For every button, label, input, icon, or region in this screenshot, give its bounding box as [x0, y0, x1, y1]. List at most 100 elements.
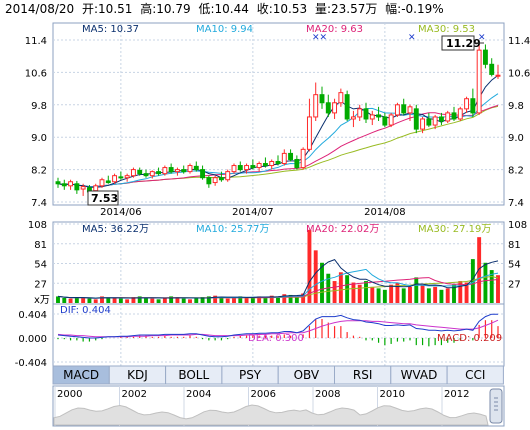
macd-value-label: MACD: 0.209 [437, 333, 502, 344]
volume-bar [382, 289, 387, 303]
tab-label: BOLL [178, 368, 209, 382]
candle-body [338, 92, 344, 104]
volume-unit-label: x万 [34, 295, 50, 306]
candle-body [244, 165, 250, 171]
header-low: 10.44 [215, 2, 249, 16]
candle-body [319, 94, 325, 104]
candle-body [212, 177, 218, 184]
overview-handle-right[interactable] [489, 388, 503, 424]
tab-boll[interactable]: BOLL [165, 365, 223, 385]
candle-body [294, 158, 300, 169]
candle-body [313, 94, 319, 118]
volume-bar [250, 297, 255, 303]
header-date: 2014/08/20 [5, 2, 74, 16]
candle-body [306, 116, 312, 150]
candle-body [363, 108, 369, 120]
candle-body [174, 169, 180, 173]
volume-bar [364, 281, 368, 303]
zoom-marker-right-icon: ✕ [408, 33, 416, 43]
candle-body [181, 169, 187, 173]
overview-year-label: 2002 [122, 389, 147, 400]
candle-body [256, 163, 262, 169]
candle-body [143, 173, 149, 177]
candle-body [80, 186, 86, 190]
tab-obv[interactable]: OBV [277, 365, 336, 385]
volume-bar [81, 297, 86, 303]
candle-body [300, 148, 306, 169]
volume-y-tick-right: 108 [508, 220, 527, 231]
candle-body [156, 171, 162, 175]
candle-body [231, 165, 237, 173]
candle-body [394, 104, 400, 116]
volume-bar [332, 281, 337, 303]
volume-ma5-label: MA5: 36.22万 [82, 224, 149, 235]
tab-label: OBV [294, 368, 320, 382]
tab-kdj[interactable]: KDJ [108, 365, 167, 385]
tab-label: MACD [63, 368, 99, 382]
volume-bar [219, 297, 224, 303]
header-low-label: 低: [198, 2, 214, 16]
volume-bar [426, 288, 431, 303]
volume-ma30-label: MA30: 27.19万 [418, 224, 491, 235]
tab-label: WVAD [401, 368, 438, 382]
macd-y-tick: 0.000 [18, 334, 47, 345]
candle-body [61, 183, 67, 187]
candle-body [388, 114, 394, 126]
volume-bar [87, 298, 92, 303]
volume-bar [483, 262, 488, 303]
candle-body [344, 94, 350, 120]
price-ma5-label: MA5: 10.37 [82, 24, 139, 35]
candle-body [407, 106, 413, 114]
volume-ma20-label: MA20: 22.02万 [306, 224, 379, 235]
tab-macd[interactable]: MACD [52, 365, 110, 385]
price-ma10-label: MA10: 9.94 [196, 24, 253, 35]
volume-bar [194, 297, 199, 303]
tab-wvad[interactable]: WVAD [390, 365, 448, 385]
volume-bar [56, 296, 60, 303]
tab-cci[interactable]: CCI [446, 365, 504, 385]
candle-body [206, 177, 212, 185]
price-y-tick-right: 9.8 [508, 101, 524, 112]
zoom-marker-left[interactable]: ✕✕ [312, 33, 327, 43]
volume-bar [112, 297, 117, 303]
candle-body [93, 185, 99, 192]
candle-body [74, 183, 80, 191]
volume-bar [181, 298, 186, 303]
candle-body [281, 152, 287, 165]
header-high-label: 高: [140, 1, 156, 16]
volume-bar [188, 299, 192, 303]
header-close-label: 收: [257, 2, 273, 16]
price-y-tick-right: 10.6 [508, 68, 530, 79]
tab-rsi[interactable]: RSI [334, 365, 392, 385]
tab-label: CCI [465, 368, 485, 382]
candle-body [124, 175, 130, 179]
volume-bar [445, 288, 450, 303]
volume-bar [68, 298, 73, 303]
overview-year-label: 2010 [380, 389, 405, 400]
price-x-tick: 2014/06 [100, 207, 142, 218]
header-volume-label: 量: [315, 2, 331, 16]
candle-body [470, 98, 476, 114]
volume-y-tick-left: 54 [34, 260, 47, 271]
volume-ma10-label: MA10: 25.77万 [196, 224, 269, 235]
candle-body [105, 180, 111, 184]
indicator-tabs: MACD KDJ BOLL PSY OBV RSI WVAD CCI [52, 365, 504, 385]
candle-body [457, 108, 463, 120]
tab-psy[interactable]: PSY [221, 365, 279, 385]
candle-body [413, 108, 419, 130]
volume-bar [118, 298, 123, 303]
candle-body [225, 171, 231, 181]
price-y-tick-left: 9.0 [31, 133, 47, 144]
candle-body [332, 102, 338, 114]
volume-bar [320, 262, 324, 303]
candle-body [162, 167, 168, 175]
candle-body [250, 165, 256, 169]
price-y-tick-left: 8.2 [31, 166, 47, 177]
tab-label: RSI [353, 368, 373, 382]
price-x-tick: 2014/08 [364, 207, 406, 218]
volume-y-tick-right: 27 [508, 279, 521, 290]
volume-bar [351, 282, 356, 303]
price-x-ticks: 2014/06 2014/07 2014/08 [100, 207, 406, 218]
volume-bar [370, 286, 375, 303]
stock-chart: 2014/08/20 开:10.51 高:10.79 低:10.44 收:10.… [5, 1, 530, 427]
